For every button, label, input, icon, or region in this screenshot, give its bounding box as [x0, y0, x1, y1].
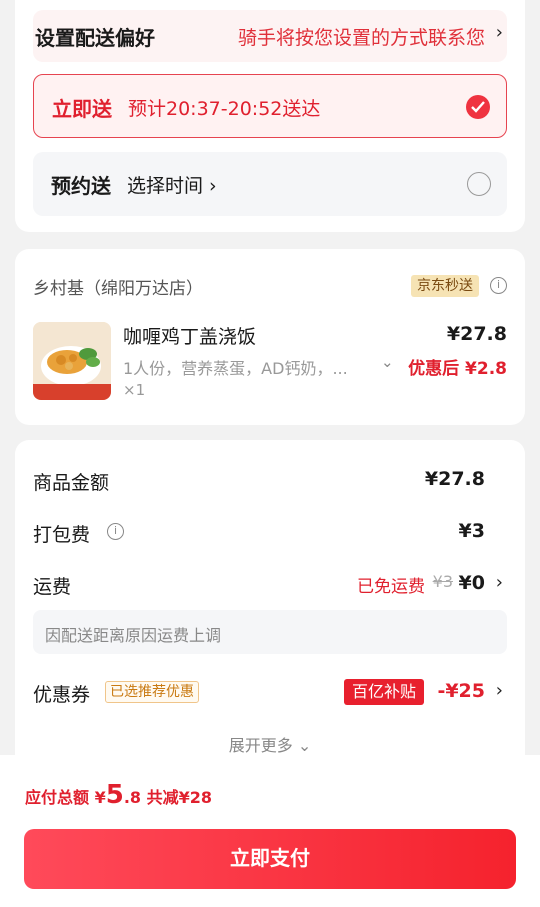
expand-more-link[interactable]: 展开更多 ⌄ [15, 732, 525, 756]
total-integer: 5 [105, 780, 124, 810]
shipping-fee-label: 运费 [33, 576, 72, 598]
total-saved: 共减¥28 [146, 788, 213, 807]
total-amount: 应付总额 ¥5.8 共减¥28 [25, 780, 212, 810]
info-icon[interactable]: i [490, 277, 507, 294]
food-price: ¥27.8 [446, 323, 507, 345]
food-name: 咖喱鸡丁盖浇饭 [123, 326, 257, 348]
total-decimal: .8 [123, 788, 142, 807]
total-label: 应付总额 [25, 788, 90, 807]
pay-now-button[interactable]: 立即支付 [24, 829, 516, 889]
subsidy-badge: 百亿补贴 [344, 679, 425, 705]
food-description: 1人份，营养蒸蛋，AD钙奶，... [123, 359, 348, 378]
option-schedule-label: 预约送 [51, 174, 111, 198]
packing-fee-label: 打包费 [33, 524, 91, 546]
preference-title: 设置配送偏好 [35, 26, 155, 50]
food-image [33, 322, 111, 400]
option-schedule-time[interactable]: 选择时间 › [127, 171, 217, 198]
order-items-card: 乡村基（绵阳万达店） 京东秒送 i 咖喱鸡丁盖浇饭 1人份，营养蒸蛋，AD钙奶，… [15, 249, 525, 425]
food-quantity: ×1 [123, 381, 146, 399]
currency-symbol: ¥ [94, 788, 106, 807]
chevron-right-icon[interactable]: › [496, 680, 503, 701]
radio-checked-icon[interactable] [466, 95, 490, 119]
shipping-original-price: ¥3 [432, 572, 453, 591]
price-summary-card: 商品金额 ¥27.8 打包费 i ¥3 运费 已免运费 ¥3 ¥0 › 因配送距… [15, 440, 525, 770]
checkout-bar: 应付总额 ¥5.8 共减¥28 立即支付 [0, 755, 540, 907]
coupon-label: 优惠券 [33, 684, 91, 706]
info-icon[interactable]: i [107, 523, 124, 540]
store-name: 乡村基（绵阳万达店） [33, 279, 203, 299]
option-now-eta: 预计20:37-20:52送达 [128, 98, 321, 120]
chevron-right-icon: › [495, 22, 503, 43]
shipping-fee-value: ¥0 [458, 572, 485, 594]
shipping-note: 因配送距离原因运费上调 [33, 610, 507, 654]
coupon-recommended-tag: 已选推荐优惠 [105, 681, 199, 703]
goods-amount-value: ¥27.8 [424, 468, 485, 490]
option-schedule[interactable]: 预约送 选择时间 › [33, 152, 507, 216]
shipping-free-text: 已免运费 [357, 577, 425, 597]
food-discount-price: 优惠后 ¥2.8 [408, 359, 507, 379]
chevron-right-icon[interactable]: › [496, 572, 503, 593]
packing-fee-value: ¥3 [458, 520, 485, 542]
option-now-label: 立即送 [52, 97, 112, 121]
preference-hint: 骑手将按您设置的方式联系您 [237, 27, 485, 49]
coupon-value[interactable]: -¥25 [437, 680, 485, 702]
delivery-service-badge: 京东秒送 [411, 275, 479, 297]
chevron-down-icon[interactable]: ⌄ [381, 353, 394, 371]
goods-amount-label: 商品金额 [33, 472, 110, 494]
delivery-card: 设置配送偏好 骑手将按您设置的方式联系您 › 立即送 预计20:37-20:52… [15, 0, 525, 232]
option-deliver-now[interactable]: 立即送 预计20:37-20:52送达 [33, 74, 507, 138]
delivery-preference-row[interactable]: 设置配送偏好 骑手将按您设置的方式联系您 › [33, 10, 507, 62]
radio-unchecked-icon[interactable] [467, 172, 491, 196]
